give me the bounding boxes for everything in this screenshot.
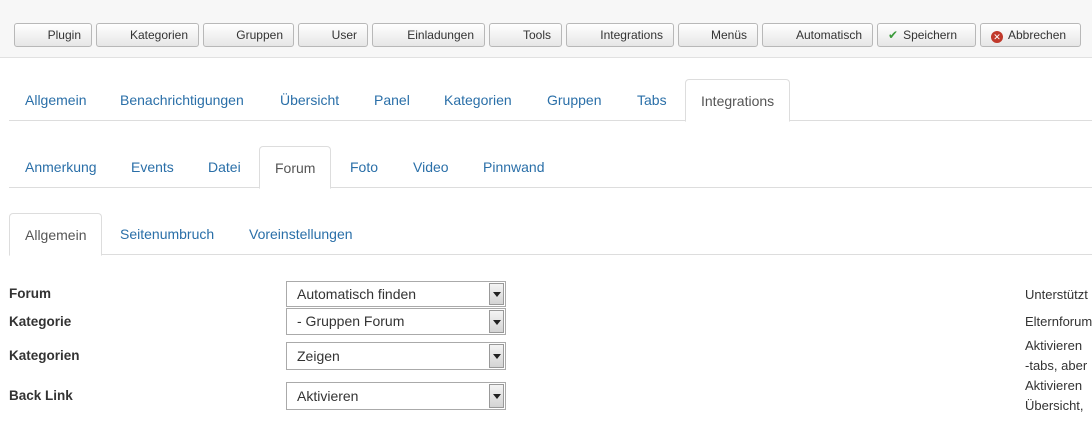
kategorien-desc: Aktivieren -tabs, aber: [1025, 338, 1088, 373]
kategorien-select-value: Zeigen: [297, 348, 340, 364]
tab-gruppen[interactable]: Gruppen: [547, 79, 601, 121]
plugin-button-label: Plugin: [47, 28, 81, 42]
integrations-button-label: Integrations: [600, 28, 663, 42]
tab-datei[interactable]: Datei: [208, 146, 241, 188]
chevron-down-icon: [489, 283, 504, 305]
forum-select[interactable]: Automatisch finden: [286, 281, 506, 307]
kategorien-label: Kategorien: [9, 348, 80, 363]
toolbar: Plugin Kategorien Gruppen User Einladung…: [0, 0, 1092, 58]
tab-panel[interactable]: Panel: [374, 79, 410, 121]
cancel-button-label: Abbrechen: [1008, 28, 1067, 42]
cancel-button[interactable]: ✕ Abbrechen: [980, 23, 1081, 47]
integrations-button[interactable]: Integrations: [566, 23, 674, 47]
back-link-label: Back Link: [9, 388, 73, 403]
kategorien-select[interactable]: Zeigen: [286, 342, 506, 370]
chevron-down-icon: [489, 310, 504, 333]
cancel-icon: ✕: [991, 31, 1003, 43]
back-link-select[interactable]: Aktivieren: [286, 382, 506, 410]
tab-allgemein[interactable]: Allgemein: [25, 79, 86, 121]
menues-button-label: Menüs: [710, 28, 747, 42]
integration-tabs: Anmerkung Events Datei Forum Foto Video …: [9, 146, 1092, 189]
user-button[interactable]: User: [298, 23, 368, 47]
back-link-desc: Aktivieren Übersicht,: [1025, 378, 1084, 413]
tools-button-label: Tools: [522, 28, 551, 42]
user-button-label: User: [331, 28, 357, 42]
kategorie-desc: Elternforum: [1025, 314, 1092, 329]
gruppen-button[interactable]: Gruppen: [203, 23, 294, 47]
plugin-button[interactable]: Plugin: [14, 23, 92, 47]
menues-button[interactable]: Menüs: [678, 23, 758, 47]
einladungen-button-label: Einladungen: [407, 28, 474, 42]
tab-forum[interactable]: Forum: [259, 146, 332, 189]
tab-uebersicht[interactable]: Übersicht: [280, 79, 339, 121]
forum-desc: Unterstützt: [1025, 287, 1088, 302]
kategorien-button[interactable]: Kategorien: [96, 23, 199, 47]
chevron-down-icon: [489, 344, 504, 368]
save-button-label: Speichern: [903, 28, 958, 42]
tab-anmerkung[interactable]: Anmerkung: [25, 146, 97, 188]
tab-tabs[interactable]: Tabs: [637, 79, 667, 121]
kategorie-select-value: - Gruppen Forum: [297, 313, 405, 329]
einladungen-button[interactable]: Einladungen: [372, 23, 485, 47]
forum-select-value: Automatisch finden: [297, 286, 417, 302]
kategorien-button-label: Kategorien: [129, 28, 188, 42]
tab-pinnwand[interactable]: Pinnwand: [483, 146, 545, 188]
forum-label: Forum: [9, 286, 51, 301]
tab-events[interactable]: Events: [131, 146, 174, 188]
gruppen-button-label: Gruppen: [236, 28, 283, 42]
tab-foto[interactable]: Foto: [350, 146, 378, 188]
chevron-down-icon: [489, 384, 504, 408]
tab-seitenumbruch[interactable]: Seitenumbruch: [120, 213, 214, 255]
back-link-select-value: Aktivieren: [297, 388, 359, 404]
automatisch-button[interactable]: Automatisch: [762, 23, 873, 47]
main-tabs: Allgemein Benachrichtigungen Übersicht P…: [9, 79, 1092, 122]
tab-kategorien[interactable]: Kategorien: [444, 79, 512, 121]
tools-button[interactable]: Tools: [489, 23, 562, 47]
tab-integrations[interactable]: Integrations: [685, 79, 791, 122]
check-icon: ✔: [888, 28, 899, 42]
kategorie-label: Kategorie: [9, 314, 72, 329]
tab-video[interactable]: Video: [413, 146, 449, 188]
tab-voreinstellungen[interactable]: Voreinstellungen: [249, 213, 353, 255]
forum-tabs: Allgemein Seitenumbruch Voreinstellungen: [9, 213, 1092, 256]
tab-benachrichtigungen[interactable]: Benachrichtigungen: [120, 79, 244, 121]
automatisch-button-label: Automatisch: [795, 28, 862, 42]
save-button[interactable]: ✔ Speichern: [877, 23, 976, 47]
kategorie-select[interactable]: - Gruppen Forum: [286, 308, 506, 335]
tab-forum-allgemein[interactable]: Allgemein: [9, 213, 103, 256]
